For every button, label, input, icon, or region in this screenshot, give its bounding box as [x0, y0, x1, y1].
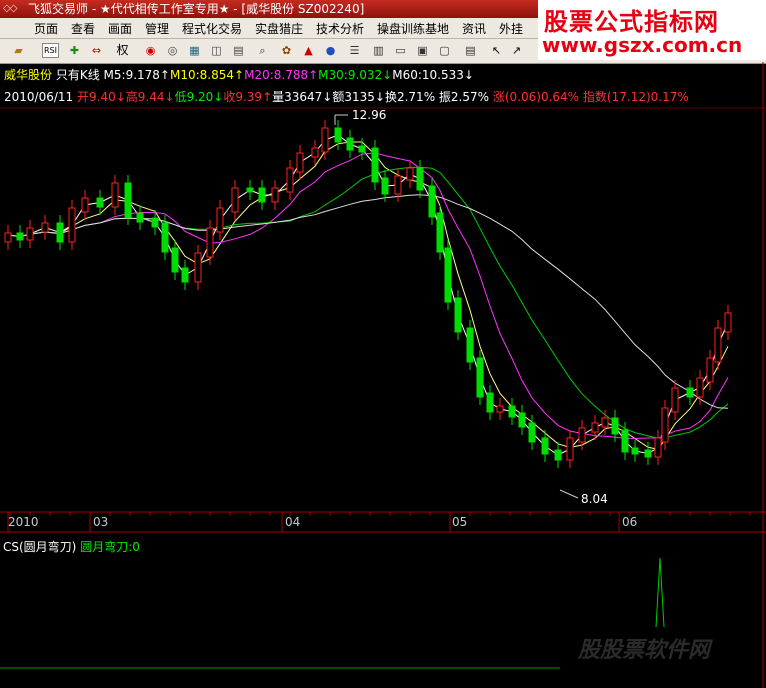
candle-body: [706, 357, 714, 383]
date-label-06: 06: [622, 515, 638, 529]
candle-body: [4, 232, 12, 243]
candle-body: [216, 207, 224, 233]
candle-body: [321, 127, 329, 153]
brand-url: www.gszx.com.cn: [542, 33, 743, 57]
candle-body: [68, 207, 76, 243]
candle-body: [206, 227, 214, 258]
candle-body: [296, 152, 304, 173]
indicator-value: 圆月弯刀:0: [80, 540, 140, 554]
site-watermark: 股股票软件网: [578, 638, 711, 663]
candle-body: [486, 392, 494, 413]
ma-line: [7, 166, 729, 439]
candle-body: [371, 147, 379, 183]
candle-body: [346, 137, 354, 151]
candle-body: [466, 327, 474, 363]
candle-body: [161, 222, 169, 253]
candle-body: [671, 387, 679, 413]
candle-body: [394, 175, 402, 195]
candle-body: [578, 427, 586, 443]
kline-chart[interactable]: 12.96 8.04: [0, 0, 766, 688]
candle-body: [258, 187, 266, 203]
candle-body: [181, 267, 189, 283]
candle-body: [541, 437, 549, 455]
candle-body: [714, 327, 722, 363]
candle-body: [136, 212, 144, 223]
candle-body: [26, 227, 34, 241]
candle-body: [476, 357, 484, 398]
candle-body: [41, 222, 49, 233]
candle-body: [231, 187, 239, 213]
candle-body: [151, 217, 159, 228]
candle-body: [496, 405, 504, 413]
candle-body: [171, 247, 179, 273]
candle-body: [661, 407, 669, 443]
brand-watermark: 股票公式指标网 www.gszx.com.cn: [538, 0, 766, 60]
candle-body: [528, 422, 536, 443]
candle-body: [518, 412, 526, 428]
date-label-05: 05: [452, 515, 468, 529]
candle-body: [381, 177, 389, 195]
brand-name: 股票公式指标网: [544, 8, 719, 36]
candle-body: [286, 167, 294, 193]
date-label-2010: 2010: [8, 515, 39, 529]
chart-frame: [0, 62, 766, 688]
candle-body: [644, 449, 652, 458]
candle-body: [81, 197, 89, 213]
candle-body: [194, 252, 202, 283]
candle-body: [508, 405, 516, 418]
candle-body: [696, 377, 704, 398]
candle-body: [271, 187, 279, 203]
candle-body: [311, 147, 319, 158]
candlesticks: [4, 120, 732, 468]
date-label-03: 03: [93, 515, 109, 529]
candle-body: [428, 185, 436, 218]
candle-body: [554, 449, 562, 461]
candle-body: [601, 417, 609, 428]
time-axis: [7, 512, 751, 532]
candle-body: [111, 182, 119, 208]
candle-body: [654, 437, 662, 458]
candle-body: [96, 197, 104, 208]
candle-body: [358, 145, 366, 153]
candle-body: [724, 312, 732, 333]
candle-body: [124, 182, 132, 218]
candle-body: [334, 127, 342, 143]
candle-body: [416, 167, 424, 191]
candle-body: [444, 247, 452, 303]
candle-body: [246, 187, 254, 193]
indicator-name: CS(圆月弯刀): [3, 540, 77, 554]
candle-body: [611, 417, 619, 435]
candle-body: [406, 167, 414, 181]
candle-body: [436, 212, 444, 253]
candle-body: [591, 422, 599, 433]
candle-body: [56, 222, 64, 243]
candle-body: [621, 429, 629, 453]
candle-body: [686, 387, 694, 398]
candle-body: [566, 437, 574, 461]
date-label-04: 04: [285, 515, 301, 529]
indicator-panel: [655, 557, 665, 628]
candle-body: [631, 447, 639, 455]
candle-body: [16, 232, 24, 241]
trough-price-label: 8.04: [581, 492, 608, 506]
ma-line: [7, 194, 729, 409]
peak-price-label: 12.96: [352, 108, 386, 122]
candle-body: [454, 297, 462, 333]
indicator-label: CS(圆月弯刀) 圆月弯刀:0: [3, 538, 140, 555]
